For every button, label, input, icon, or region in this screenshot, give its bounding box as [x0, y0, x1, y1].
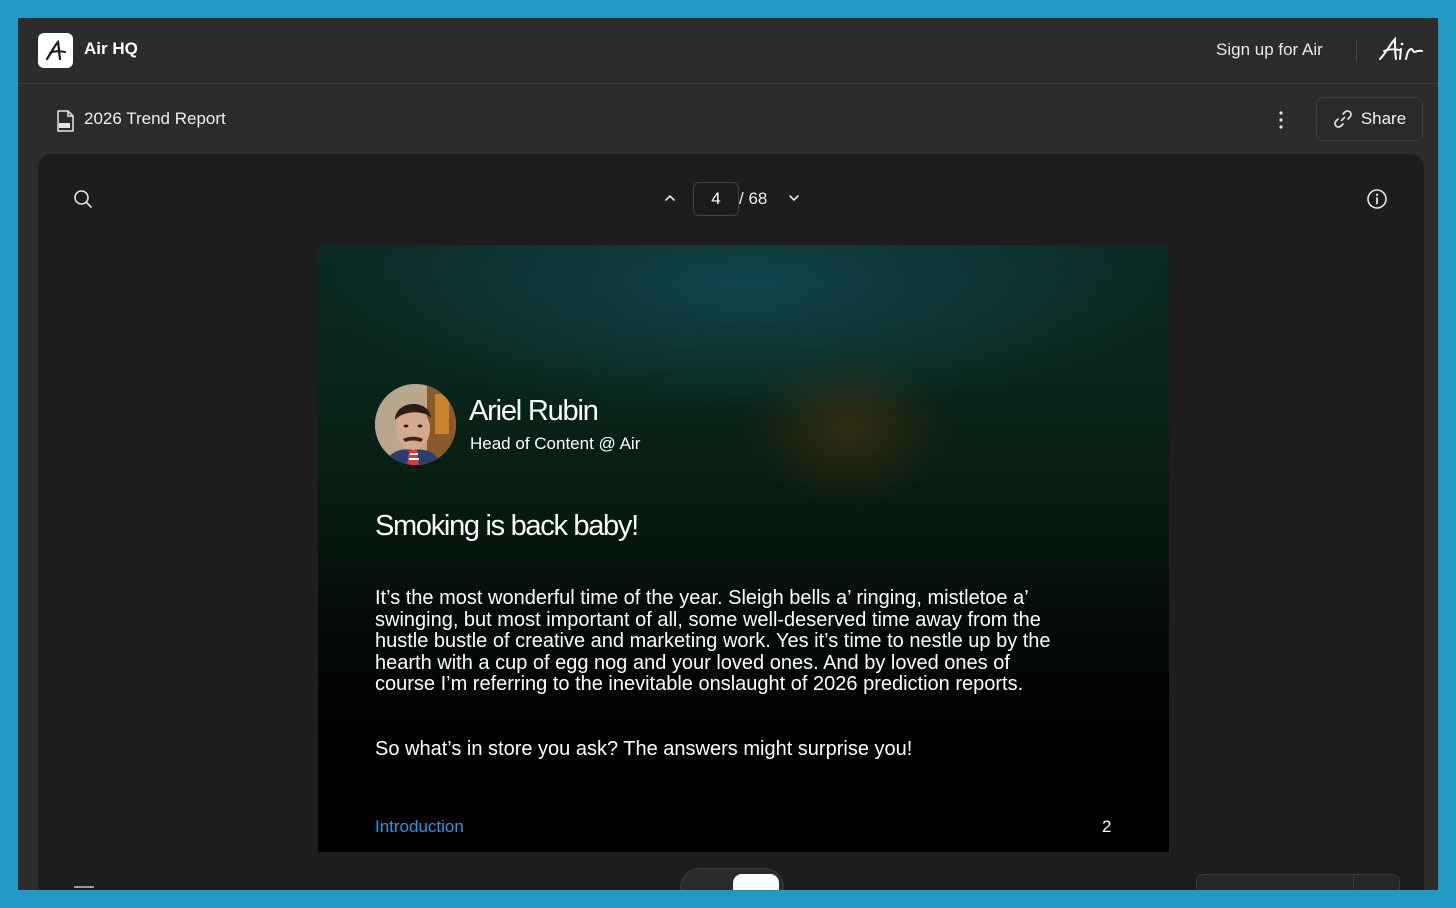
share-label: Share	[1360, 109, 1407, 128]
app-window: Air HQ Sign up for Air 2026 Trend Report	[18, 18, 1438, 890]
author-role: Head of Content @ Air	[470, 434, 641, 453]
body-paragraph: It’s the most wonderful time of the year…	[375, 587, 1051, 695]
author-name: Ariel Rubin	[469, 395, 599, 427]
page-footer-number: 2	[1102, 817, 1112, 836]
thumbnails-icon[interactable]	[74, 886, 94, 890]
air-wordmark-icon[interactable]	[1378, 35, 1424, 65]
toggle-knob	[733, 874, 779, 890]
document-bar: 2026 Trend Report Share	[18, 85, 1438, 153]
divider	[1353, 875, 1354, 890]
divider	[1356, 40, 1357, 62]
search-icon[interactable]	[72, 188, 94, 210]
top-bar: Air HQ Sign up for Air	[18, 18, 1438, 84]
pdf-file-icon	[57, 110, 74, 132]
sign-up-link[interactable]: Sign up for Air	[1216, 40, 1323, 60]
more-options-button[interactable]	[1268, 105, 1294, 135]
link-icon	[1333, 110, 1352, 128]
page-total: / 68	[739, 189, 768, 208]
body-paragraph: So what’s in store you ask? The answers …	[375, 738, 913, 760]
zoom-control[interactable]	[1196, 874, 1400, 890]
share-button[interactable]: Share	[1316, 97, 1423, 141]
pdf-viewer: / 68	[38, 154, 1424, 890]
more-vertical-icon	[1279, 111, 1283, 129]
page-number-input[interactable]	[693, 182, 739, 216]
chevron-down-icon[interactable]	[784, 188, 804, 208]
section-link-introduction[interactable]: Introduction	[375, 817, 464, 837]
view-mode-toggle[interactable]	[680, 868, 784, 890]
air-logo-icon[interactable]	[38, 33, 73, 68]
chevron-up-icon[interactable]	[660, 188, 680, 208]
page-headline: Smoking is back baby!	[375, 510, 639, 542]
document-title: 2026 Trend Report	[84, 109, 226, 128]
workspace-name[interactable]: Air HQ	[84, 39, 138, 59]
info-icon[interactable]	[1366, 188, 1388, 210]
document-page: Ariel Rubin Head of Content @ Air Smokin…	[318, 245, 1169, 852]
author-avatar	[375, 384, 456, 465]
